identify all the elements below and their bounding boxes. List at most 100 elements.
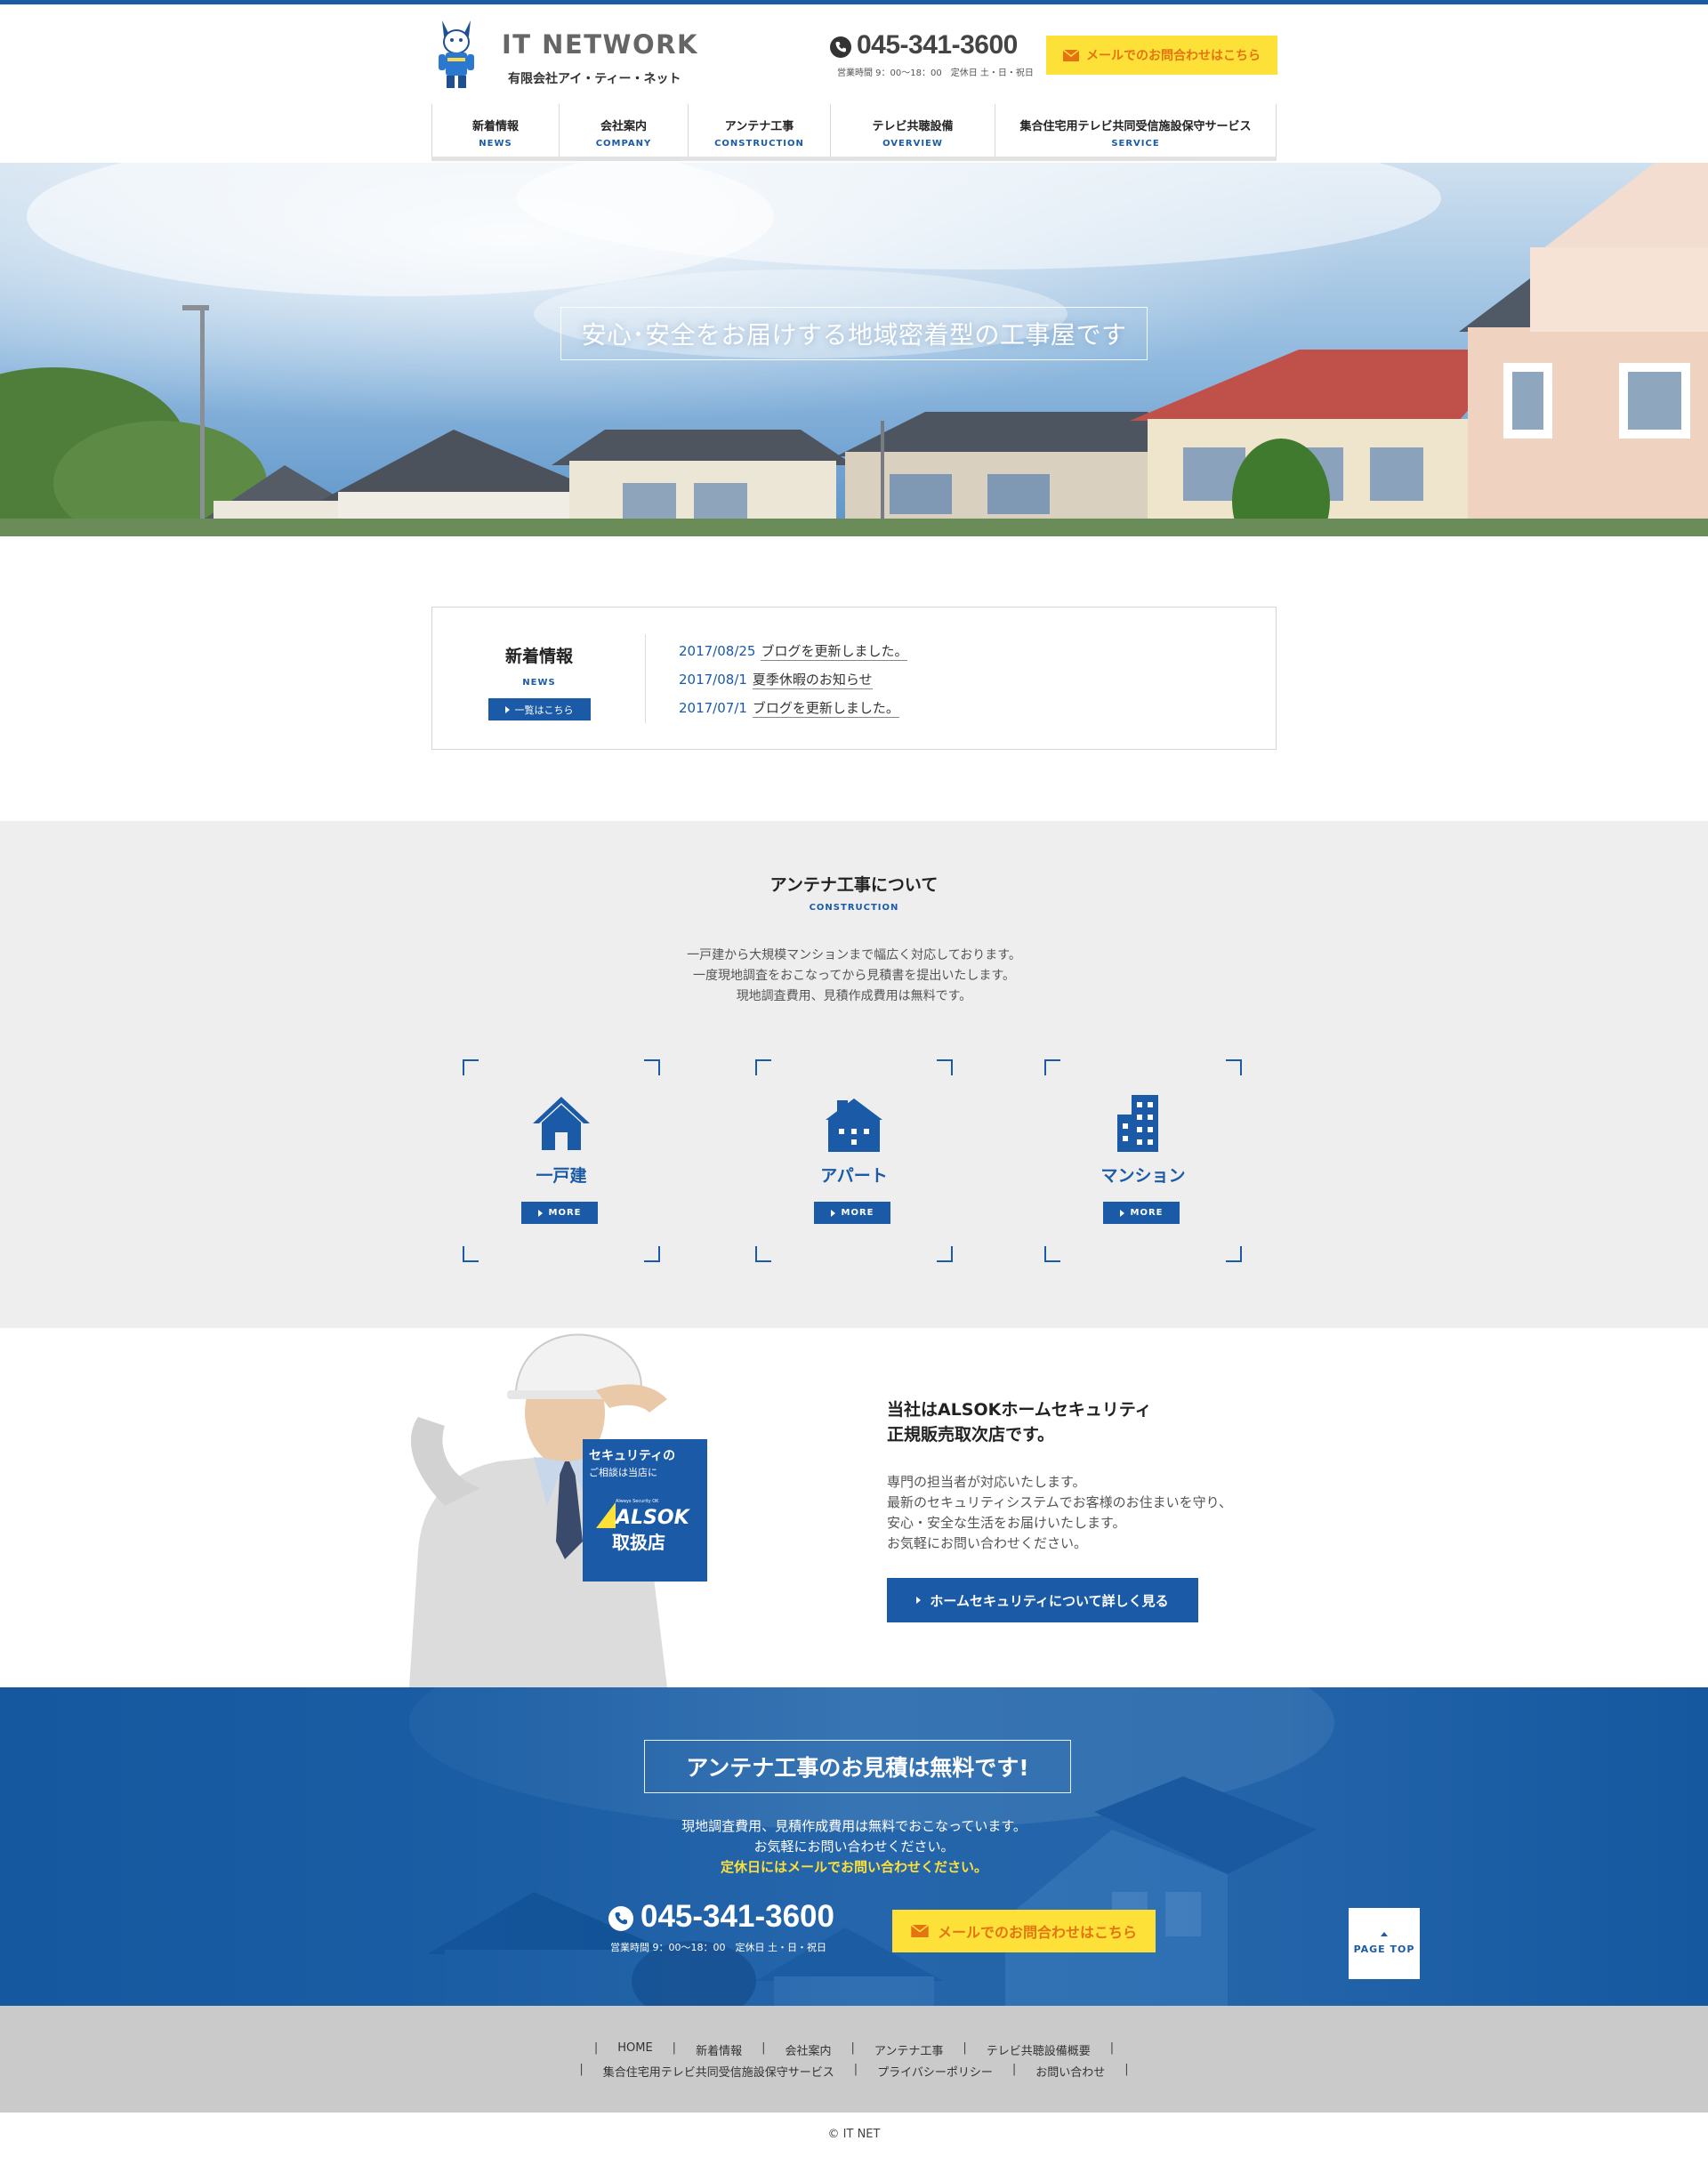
header-phone: 045-341-3600 営業時間 9：00〜18：00 定休日 土・日・祝日	[830, 30, 1043, 86]
footer-link-company[interactable]: 会社案内	[779, 2041, 836, 2058]
phone-number[interactable]: 045-341-3600	[857, 30, 1018, 60]
business-hours: 営業時間 9：00〜18：00 定休日 土・日・祝日	[837, 68, 1034, 78]
page-top-label: PAGE TOP	[1353, 1944, 1415, 1955]
cta-phone-number[interactable]: 045-341-3600	[640, 1899, 834, 1935]
cta-phone: 045-341-3600 営業時間 9：00〜18：00 定休日 土・日・祝日	[608, 1899, 858, 1954]
alsok-description: 専門の担当者が対応いたします。 最新のセキュリティシステムでお客様のお住まいを守…	[887, 1472, 1232, 1554]
footer-separator: |	[853, 2063, 858, 2076]
footer-link-overview[interactable]: テレビ共聴設備概要	[981, 2041, 1096, 2058]
arrow-right-icon	[830, 1209, 835, 1217]
news-link[interactable]: ブログを更新しました。	[761, 643, 908, 661]
more-label: MORE	[841, 1208, 874, 1218]
nav-label: 集合住宅用テレビ共同受信施設保守サービス	[1019, 120, 1252, 133]
cta-business-hours: 営業時間 9：00〜18：00 定休日 土・日・祝日	[610, 1942, 826, 1953]
page-top-button[interactable]: PAGE TOP	[1349, 1908, 1420, 1979]
nav-sublabel: NEWS	[479, 139, 512, 149]
corner-bracket	[1226, 1059, 1242, 1075]
card-detached-house[interactable]: 一戸建 MORE	[463, 1059, 660, 1262]
news-divider	[645, 634, 646, 723]
footer-nav-row: | 集合住宅用テレビ共同受信施設保守サービス | プライバシーポリシー | お問…	[0, 2063, 1708, 2080]
cta-title: アンテナ工事のお見積は無料です!	[644, 1740, 1071, 1793]
alsok-badge-line1: セキュリティの	[589, 1449, 675, 1463]
nav-item-news[interactable]: 新着情報 NEWS	[431, 104, 559, 161]
nav-item-company[interactable]: 会社案内 COMPANY	[559, 104, 688, 161]
footer-nav-row: | HOME | 新着情報 | 会社案内 | アンテナ工事 | テレビ共聴設備概…	[0, 2041, 1708, 2058]
apartment-icon	[826, 1099, 882, 1152]
nav-item-service[interactable]: 集合住宅用テレビ共同受信施設保守サービス SERVICE	[995, 104, 1277, 161]
more-button[interactable]: MORE	[814, 1202, 890, 1224]
house-icon	[533, 1097, 590, 1150]
global-nav: 新着情報 NEWS 会社案内 COMPANY アンテナ工事 CONSTRUCTI…	[431, 104, 1277, 161]
nav-item-construction[interactable]: アンテナ工事 CONSTRUCTION	[688, 104, 830, 161]
footer-separator: |	[963, 2041, 967, 2055]
hero-banner: 安心･安全をお届けする地域密着型の工事屋です	[0, 163, 1708, 536]
cta-description: 現地調査費用、見積作成費用は無料でおこなっています。 お気軽にお問い合わせくださ…	[0, 1816, 1708, 1878]
cta-text-line: お気軽にお問い合わせください。	[753, 1839, 955, 1855]
footer-separator: |	[672, 2041, 677, 2055]
alsok-text-line: 専門の担当者が対応いたします。	[887, 1474, 1086, 1490]
news-heading: 新着情報 NEWS 一覧はこちら	[432, 643, 646, 720]
cta-text-highlight: 定休日にはメールでお問い合わせください。	[720, 1859, 987, 1875]
footer-link-home[interactable]: HOME	[612, 2041, 657, 2058]
arrow-right-icon	[916, 1597, 922, 1604]
mail-icon	[1063, 49, 1079, 61]
footer-link-construction[interactable]: アンテナ工事	[869, 2041, 948, 2058]
construction-subtitle: CONSTRUCTION	[809, 903, 899, 913]
card-label: アパート	[820, 1166, 888, 1186]
alsok-badge-shop: 取扱店	[612, 1532, 665, 1553]
alsok-title-line: 当社はALSOKホームセキュリティ	[887, 1400, 1152, 1420]
arrow-right-icon	[1119, 1209, 1124, 1217]
alsok-badge-line2: ご相談は当店に	[589, 1466, 657, 1478]
corner-bracket	[463, 1059, 479, 1075]
home-security-button-label: ホームセキュリティについて詳しく見る	[930, 1592, 1169, 1609]
nav-label: アンテナ工事	[724, 120, 794, 133]
nav-sublabel: SERVICE	[1111, 139, 1160, 149]
card-mansion[interactable]: マンション MORE	[1044, 1059, 1242, 1262]
home-security-button[interactable]: ホームセキュリティについて詳しく見る	[887, 1578, 1198, 1622]
corner-bracket	[937, 1059, 953, 1075]
mascot-logo-icon	[439, 20, 474, 88]
alsok-text-line: お気軽にお問い合わせください。	[887, 1535, 1088, 1551]
more-label: MORE	[548, 1208, 582, 1218]
corner-bracket	[1226, 1246, 1242, 1262]
alsok-title-line: 正規販売取次店です。	[887, 1425, 1055, 1445]
news-link[interactable]: ブログを更新しました。	[752, 700, 899, 718]
mail-contact-button[interactable]: メールでのお問合わせはこちら	[1046, 36, 1277, 75]
footer-link-contact[interactable]: お問い合わせ	[1030, 2063, 1110, 2080]
cta-mail-button[interactable]: メールでのお問合わせはこちら	[892, 1910, 1156, 1952]
corner-bracket	[755, 1059, 771, 1075]
news-item[interactable]: 2017/08/25 ブログを更新しました。	[679, 640, 908, 668]
footer-nav: | HOME | 新着情報 | 会社案内 | アンテナ工事 | テレビ共聴設備概…	[0, 2006, 1708, 2113]
nav-sublabel: OVERVIEW	[882, 139, 943, 149]
footer-link-news[interactable]: 新着情報	[690, 2041, 747, 2058]
corner-bracket	[1044, 1059, 1060, 1075]
hero-caption: 安心･安全をお届けする地域密着型の工事屋です	[560, 307, 1148, 360]
news-subtitle: NEWS	[522, 678, 556, 688]
corner-bracket	[644, 1246, 660, 1262]
mail-contact-label: メールでのお問合わせはこちら	[1086, 49, 1261, 63]
footer-link-service[interactable]: 集合住宅用テレビ共同受信施設保守サービス	[598, 2063, 840, 2080]
cta-text-line: 現地調査費用、見積作成費用は無料でおこなっています。	[681, 1818, 1027, 1834]
footer-separator: |	[761, 2041, 766, 2055]
site-logo[interactable]: IT NETWORK 有限会社アイ・ティー・ネット	[435, 19, 702, 99]
more-button[interactable]: MORE	[521, 1202, 598, 1224]
footer-separator: |	[850, 2041, 855, 2055]
nav-label: 会社案内	[600, 120, 647, 133]
phone-icon	[608, 1906, 633, 1931]
card-apartment[interactable]: アパート MORE	[755, 1059, 953, 1262]
news-item[interactable]: 2017/07/1 ブログを更新しました。	[679, 696, 907, 725]
site-header: IT NETWORK 有限会社アイ・ティー・ネット 045-341-3600 営…	[431, 4, 1277, 163]
arrow-up-icon	[1381, 1932, 1388, 1936]
construction-title: アンテナ工事について	[769, 875, 939, 895]
footer-link-privacy[interactable]: プライバシーポリシー	[872, 2063, 998, 2080]
news-link[interactable]: 夏季休暇のお知らせ	[752, 672, 873, 689]
construction-desc-line: 一戸建から大規模マンションまで幅広く対応しております。	[687, 948, 1021, 962]
news-item[interactable]: 2017/08/1 夏季休暇のお知らせ	[679, 668, 907, 696]
footer-separator: |	[1109, 2041, 1115, 2055]
more-button[interactable]: MORE	[1103, 1202, 1180, 1224]
alsok-title: 当社はALSOKホームセキュリティ 正規販売取次店です。	[887, 1397, 1152, 1447]
building-icon	[1117, 1095, 1158, 1152]
nav-item-overview[interactable]: テレビ共聴設備 OVERVIEW	[830, 104, 995, 161]
alsok-badge-brand-small: Always Security OK	[616, 1499, 659, 1504]
news-list-button[interactable]: 一覧はこちら	[487, 698, 591, 720]
